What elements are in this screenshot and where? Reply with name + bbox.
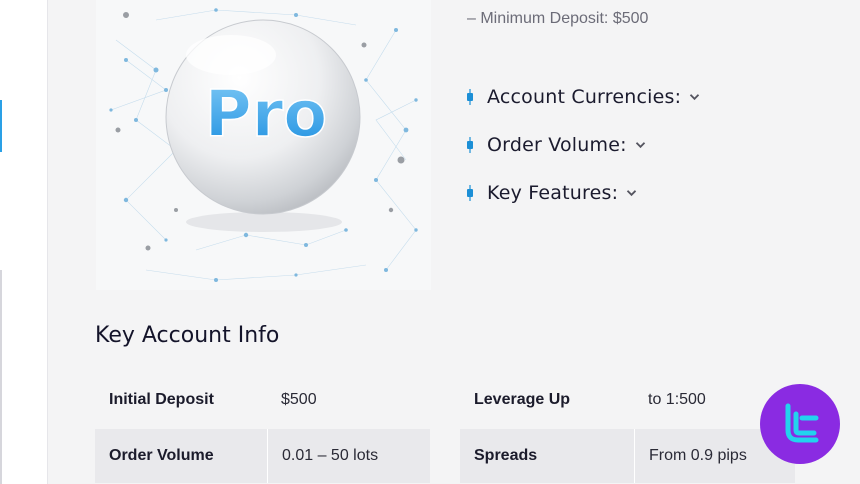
- order-volume-toggle[interactable]: Order Volume:: [466, 134, 646, 156]
- table-cell-value: $500: [267, 373, 430, 427]
- candlestick-icon: [467, 185, 473, 201]
- table-cell-key: Spreads: [460, 429, 634, 483]
- chevron-down-icon: [690, 94, 700, 101]
- table-cell-value: 0.01 – 50 lots: [267, 429, 430, 483]
- pro-account-hero-image: Pro: [96, 0, 431, 290]
- pro-badge-text: Pro: [205, 78, 327, 152]
- left-rail: [0, 0, 48, 484]
- logo-glyph-icon: [785, 403, 819, 443]
- table-cell-key: Leverage Up: [460, 373, 634, 427]
- table-cell-key: Order Volume: [95, 429, 267, 483]
- feature-label: Order Volume:: [487, 134, 627, 156]
- left-rail-accent: [0, 100, 2, 152]
- table-cell-key: Initial Deposit: [95, 373, 267, 427]
- left-rail-divider: [0, 270, 2, 484]
- feature-label: Key Features:: [487, 182, 619, 204]
- candlestick-icon: [467, 137, 473, 153]
- key-features-toggle[interactable]: Key Features:: [466, 182, 637, 204]
- feature-label: Account Currencies:: [487, 86, 682, 108]
- chevron-down-icon: [627, 190, 637, 197]
- chevron-down-icon: [635, 142, 645, 149]
- account-currencies-toggle[interactable]: Account Currencies:: [466, 86, 700, 108]
- section-title: Key Account Info: [95, 323, 280, 348]
- tradingfinder-logo-icon[interactable]: [760, 384, 840, 464]
- minimum-deposit-text: – Minimum Deposit: $500: [467, 10, 649, 27]
- candlestick-icon: [467, 89, 473, 105]
